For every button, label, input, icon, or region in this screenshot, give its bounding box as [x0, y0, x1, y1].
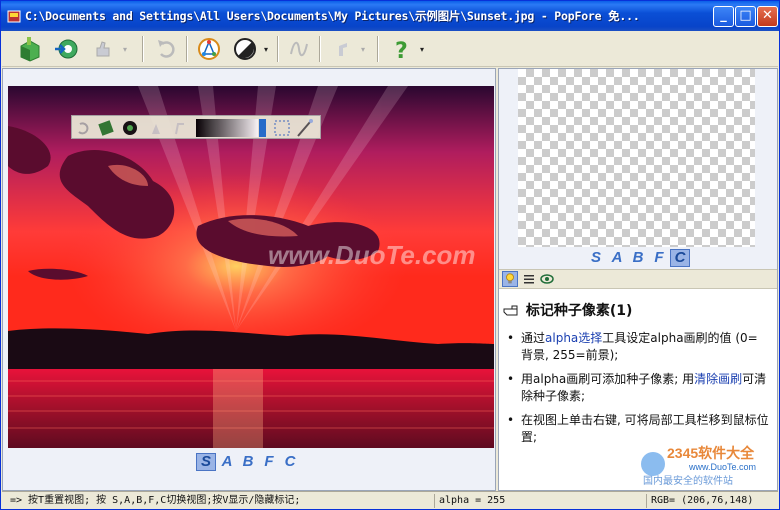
tab-f[interactable]: F — [649, 249, 669, 267]
help-icon[interactable]: ? — [386, 34, 416, 64]
close-button[interactable]: ✕ — [757, 6, 778, 27]
preview-area: SABFC — [499, 69, 777, 269]
chevron-down-icon: ▾ — [361, 45, 366, 54]
tab-f[interactable]: F — [259, 453, 279, 471]
undo-icon — [152, 34, 182, 64]
status-hint: => 按T重置视图; 按 S,A,B,F,C切换视图;按V显示/隐藏标记; — [10, 495, 301, 506]
help-toolbar — [499, 269, 777, 289]
tab-a[interactable]: A — [217, 453, 237, 471]
chevron-down-icon[interactable]: ▾ — [264, 45, 268, 54]
pointing-hand-icon — [503, 305, 518, 316]
curve-icon — [284, 34, 314, 64]
tab-b[interactable]: B — [628, 249, 648, 267]
help-list: 通过alpha选择工具设定alpha画刷的值 (0=背景, 255=前景); 用… — [507, 330, 769, 453]
svg-text:2345软件大全: 2345软件大全 — [667, 445, 755, 461]
app-icon[interactable] — [6, 8, 22, 24]
tab-a[interactable]: A — [607, 249, 627, 267]
lightbulb-icon[interactable] — [502, 271, 518, 287]
tab-s[interactable]: S — [586, 249, 606, 267]
app-window: C:\Documents and Settings\All Users\Docu… — [0, 0, 780, 510]
toolbar-separator — [186, 36, 188, 62]
svg-text:国内最安全的软件站: 国内最安全的软件站 — [643, 474, 733, 487]
tab-s[interactable]: S — [196, 453, 216, 471]
title-bar[interactable]: C:\Documents and Settings\All Users\Docu… — [1, 1, 779, 31]
brush-icon — [98, 120, 114, 136]
status-bar: => 按T重置视图; 按 S,A,B,F,C切换视图;按V显示/隐藏标记; al… — [2, 491, 778, 509]
help-item: 用alpha画刷可添加种子像素; 用清除画刷可清除种子像素; — [507, 371, 769, 405]
help-title: 标记种子像素(1) — [503, 300, 632, 320]
status-alpha: alpha = 255 — [434, 494, 646, 508]
right-panel: SABFC 标记种子像素(1) 通过alpha选择工具设定alpha画刷的值 (… — [498, 68, 778, 491]
toolbar-separator — [319, 36, 321, 62]
toolbar-separator — [142, 36, 144, 62]
tab-c[interactable]: C — [670, 249, 690, 267]
undo-icon — [78, 122, 89, 135]
chevron-down-icon[interactable]: ▾ — [420, 45, 424, 54]
left-view-tabs: SABFC — [196, 453, 301, 471]
sunset-photo[interactable]: www.DuoTe.com — [8, 86, 494, 448]
transparency-preview[interactable] — [518, 69, 755, 247]
pen-icon — [175, 123, 184, 135]
save-icon — [88, 34, 118, 64]
image-view-panel[interactable]: www.DuoTe.com SABFC — [2, 68, 496, 491]
list-icon[interactable] — [521, 271, 537, 287]
alpha-select-link[interactable]: alpha选择 — [545, 331, 602, 345]
maximize-button[interactable]: □ — [735, 6, 756, 27]
contrast-icon[interactable] — [230, 34, 260, 64]
status-rgb: RGB= (206,76,148) — [646, 494, 774, 508]
main-toolbar: ▾ ▾ ▾ ? ▾ — [2, 31, 778, 67]
floating-toolbar[interactable] — [71, 115, 321, 139]
fill-icon — [152, 124, 160, 134]
chevron-down-icon: ▾ — [123, 45, 128, 54]
open-file-icon[interactable] — [15, 34, 45, 64]
minimize-button[interactable]: _ — [713, 6, 734, 27]
help-content: 标记种子像素(1) 通过alpha选择工具设定alpha画刷的值 (0=背景, … — [499, 290, 777, 490]
svg-text:www.DuoTe.com: www.DuoTe.com — [688, 462, 756, 472]
select-icon — [274, 120, 290, 136]
toolbar-separator — [277, 36, 279, 62]
toolbar-separator — [377, 36, 379, 62]
right-view-tabs: SABFC — [586, 249, 691, 267]
load-icon[interactable] — [51, 34, 81, 64]
tab-b[interactable]: B — [238, 453, 258, 471]
site-logo-watermark: 2345软件大全 www.DuoTe.com 国内最安全的软件站 — [641, 445, 756, 487]
brush-icon — [327, 34, 357, 64]
tab-c[interactable]: C — [280, 453, 300, 471]
clear-brush-link[interactable]: 清除画刷 — [694, 372, 742, 386]
window-title: C:\Documents and Settings\All Users\Docu… — [25, 9, 640, 23]
alpha-slider — [259, 119, 266, 137]
alpha-gradient — [196, 119, 258, 137]
help-item: 通过alpha选择工具设定alpha画刷的值 (0=背景, 255=前景); — [507, 330, 769, 364]
magic-wand-icon — [297, 121, 311, 137]
svg-text:?: ? — [395, 39, 408, 64]
color-wheel-icon[interactable] — [194, 34, 224, 64]
watermark-text: www.DuoTe.com — [268, 240, 476, 270]
eye-icon[interactable] — [539, 271, 555, 287]
